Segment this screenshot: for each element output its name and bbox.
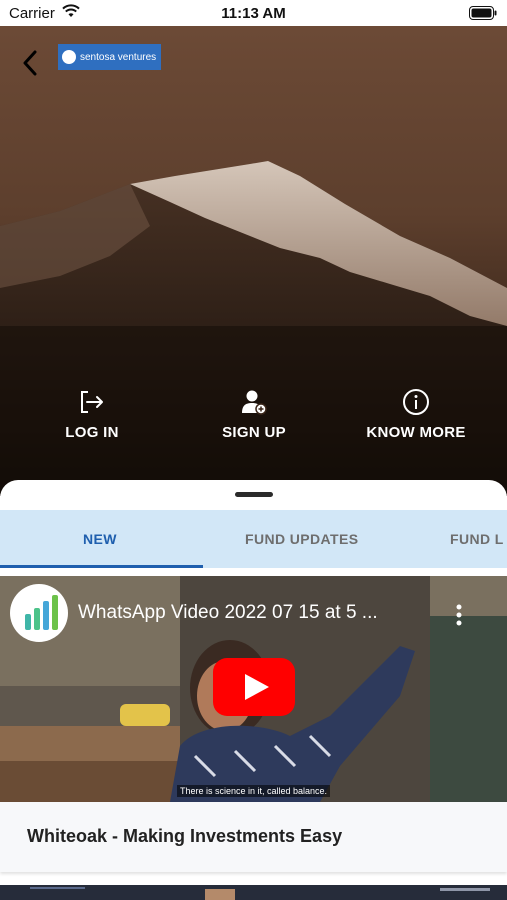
login-button[interactable]: LOG IN bbox=[27, 384, 157, 441]
active-tab-indicator bbox=[0, 565, 203, 568]
brand-mark-icon bbox=[62, 50, 76, 64]
tab-new[interactable]: NEW bbox=[83, 510, 117, 568]
video-player[interactable]: WhatsApp Video 2022 07 15 at 5 ... There… bbox=[0, 576, 507, 802]
clock: 11:13 AM bbox=[221, 5, 286, 22]
login-icon bbox=[81, 391, 103, 413]
chevron-left-icon bbox=[23, 50, 37, 76]
brand-logo: sentosa ventures bbox=[58, 44, 161, 70]
add-user-icon bbox=[242, 390, 267, 415]
signup-label: SIGN UP bbox=[222, 424, 286, 441]
video-caption: There is science in it, called balance. bbox=[0, 785, 507, 797]
tab-fund-l[interactable]: FUND L bbox=[450, 510, 504, 568]
channel-avatar[interactable] bbox=[10, 584, 68, 642]
know-more-label: KNOW MORE bbox=[366, 424, 466, 441]
video-title: WhatsApp Video 2022 07 15 at 5 ... bbox=[78, 602, 378, 623]
next-card-preview[interactable] bbox=[0, 885, 507, 900]
know-more-button[interactable]: KNOW MORE bbox=[351, 384, 481, 441]
tab-bar: NEW FUND UPDATES FUND L bbox=[0, 510, 507, 568]
status-bar: Carrier 11:13 AM bbox=[0, 0, 507, 26]
more-vertical-icon bbox=[456, 604, 462, 626]
video-caption-text: There is science in it, called balance. bbox=[176, 785, 331, 797]
play-button[interactable] bbox=[213, 658, 295, 721]
video-card-footer[interactable]: Whiteoak - Making Investments Easy bbox=[0, 802, 507, 872]
bar-chart-logo-icon bbox=[25, 595, 58, 630]
battery-icon bbox=[469, 6, 497, 24]
signup-button[interactable]: SIGN UP bbox=[189, 384, 319, 441]
card-title: Whiteoak - Making Investments Easy bbox=[27, 826, 343, 846]
brand-logo-text: sentosa ventures bbox=[80, 51, 157, 63]
youtube-play-icon bbox=[213, 658, 295, 716]
login-label: LOG IN bbox=[65, 424, 119, 441]
back-button[interactable] bbox=[16, 48, 44, 78]
more-options-button[interactable] bbox=[453, 604, 465, 631]
tab-fund-updates[interactable]: FUND UPDATES bbox=[245, 510, 358, 568]
next-card-thumbnail-image bbox=[0, 885, 507, 900]
hero-banner: sentosa ventures LOG IN SIGN UP KNOW MOR… bbox=[0, 26, 507, 496]
bottom-sheet: NEW FUND UPDATES FUND L WhatsApp Video 2… bbox=[0, 480, 507, 900]
info-icon bbox=[403, 389, 429, 415]
drag-handle[interactable] bbox=[235, 492, 273, 497]
